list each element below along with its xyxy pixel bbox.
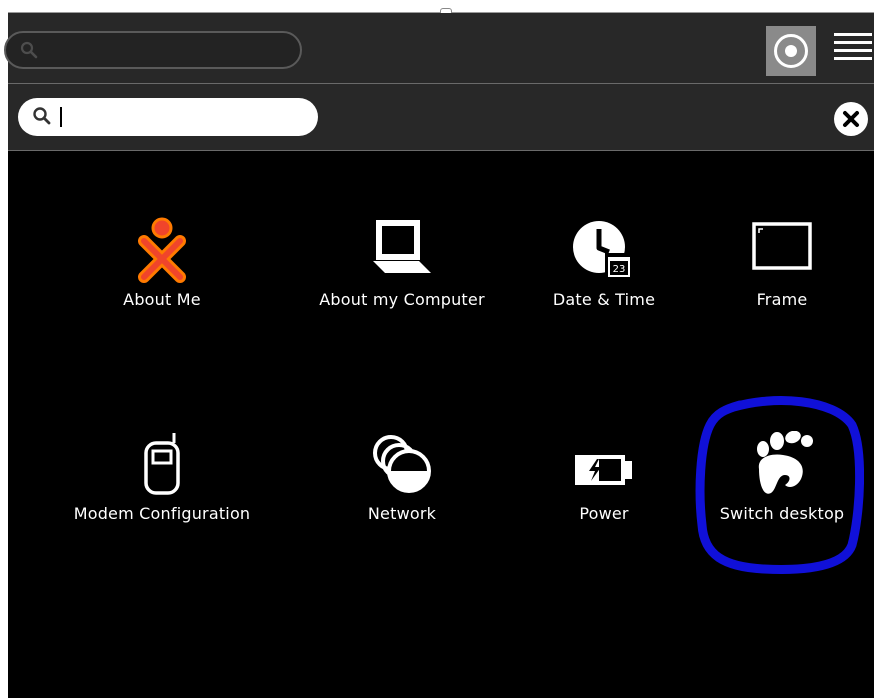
control-panel-grid: About Me About my Computer 23 Date & Tim… [8,151,874,698]
home-search-input[interactable] [4,31,302,69]
list-line [834,41,872,44]
close-button[interactable] [834,102,868,136]
control-panel-search-input[interactable] [58,104,302,132]
list-line [834,49,872,52]
search-icon [20,41,38,59]
phone-icon [144,433,180,495]
home-view-button[interactable] [766,26,816,76]
sugar-control-panel: About Me About my Computer 23 Date & Tim… [4,0,874,698]
item-label: Modem Configuration [73,504,251,523]
list-view-icon [834,33,872,36]
network-icon [373,435,431,493]
text-cursor [60,107,62,127]
control-panel-search[interactable] [18,98,318,136]
home-toolbar [4,13,874,84]
battery-icon [575,455,632,485]
laptop-icon [373,220,431,273]
item-label: Frame [756,290,808,309]
home-view-dot [785,45,797,57]
xo-person-icon [138,217,186,283]
calendar-day-text: 23 [613,264,626,275]
item-label: About Me [123,290,201,309]
control-panel-toolbar [8,84,874,151]
list-view-button[interactable] [834,33,872,69]
highlight-annotation [695,396,864,574]
frame-icon [752,222,812,270]
clock-calendar-icon: 23 [573,221,633,279]
close-icon [843,111,859,127]
search-icon [33,107,51,125]
list-line [834,57,872,60]
